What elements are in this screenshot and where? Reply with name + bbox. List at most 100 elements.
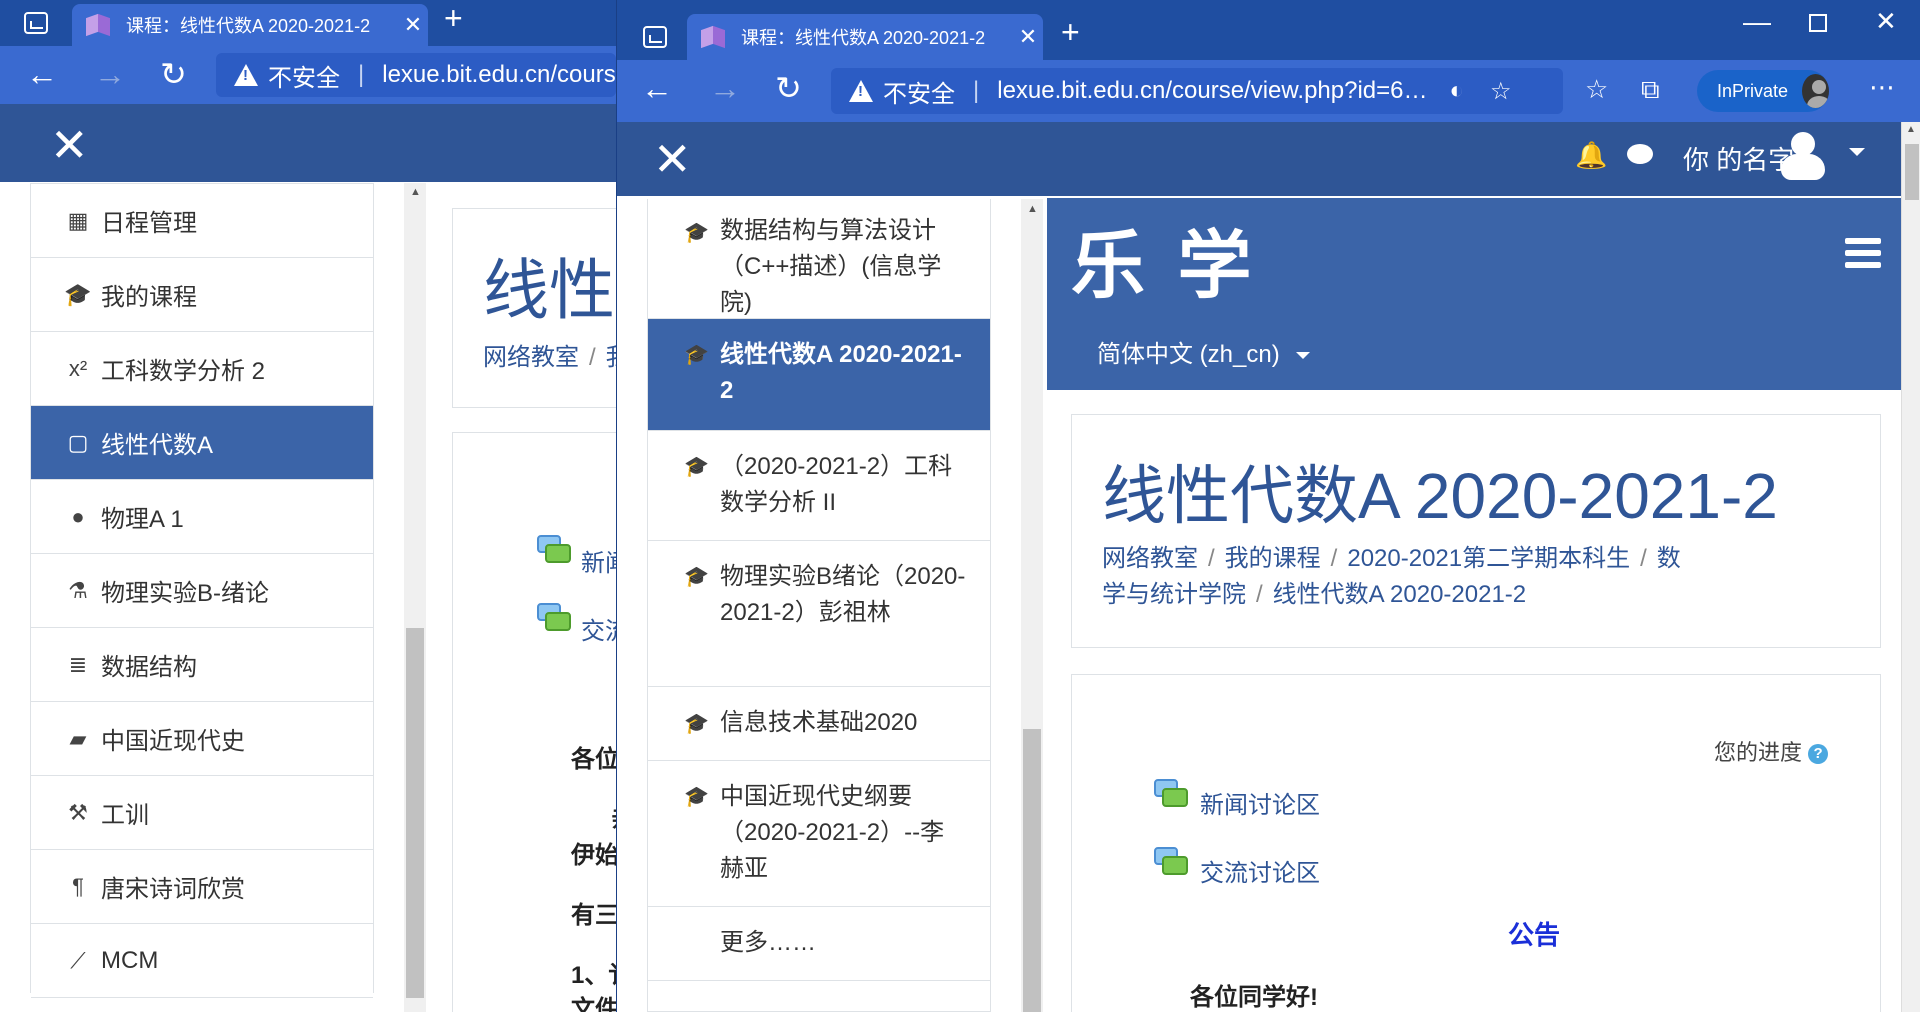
back-drawer-scrollbar[interactable] (404, 183, 426, 1012)
inprivate-badge[interactable]: InPrivate (1697, 70, 1829, 112)
back-scroll-up-icon[interactable]: ▲ (410, 186, 421, 198)
progress-label: 您的进度 ? (1714, 735, 1829, 767)
drawer-item[interactable]: x² 工科数学分析 2 (31, 332, 373, 406)
lexue-favicon-icon (701, 26, 727, 48)
back-drawer-scroll-thumb[interactable] (406, 628, 424, 998)
course-list-item[interactable]: 🎓 信息技术基础2020 (648, 687, 990, 761)
globe-icon: ● (71, 503, 85, 529)
reload-icon[interactable]: ↻ (160, 58, 187, 90)
forum-link-news[interactable]: 新闻讨论区 (1200, 785, 1320, 820)
favorites-icon[interactable]: ☆ (1585, 74, 1608, 105)
course-list-label: 线性代数A 2020-2021-2 (720, 341, 962, 404)
user-avatar[interactable] (1777, 130, 1829, 182)
not-secure-warning-icon (849, 80, 873, 102)
drawer-item[interactable]: ▦ 日程管理 (31, 184, 373, 258)
user-menu-caret-icon[interactable] (1849, 148, 1865, 156)
site-name[interactable]: 乐 学 (1071, 206, 1258, 313)
breadcrumb-link[interactable]: 2020-2021第二学期本科生 (1347, 545, 1630, 572)
drawer-item-label: 唐宋诗词欣赏 (101, 876, 245, 903)
page-scroll-up-icon[interactable]: ▲ (1906, 124, 1916, 135)
front-address-bar[interactable]: 不安全 | lexue.bit.edu.cn/course/view.php?i… (831, 68, 1563, 114)
new-tab-button[interactable]: + (444, 0, 463, 37)
back-tab-course[interactable]: 课程：线性代数A 2020-2021-2 ✕ (72, 4, 428, 46)
back-arrow-icon[interactable]: ← (641, 72, 673, 104)
drawer-item[interactable]: ¶ 唐宋诗词欣赏 (31, 850, 373, 924)
drawer-item[interactable]: ⚒ 工训 (31, 776, 373, 850)
announcement-title: 公告 (1508, 920, 1561, 950)
drawer-item[interactable]: ≣ 数据结构 (31, 628, 373, 702)
drawer-item-label: 数据结构 (101, 654, 197, 681)
notifications-bell-icon[interactable]: 🔔 (1575, 140, 1607, 171)
superscript-icon: x² (68, 355, 88, 381)
flask-icon: ⚗ (68, 577, 88, 603)
drawer-item[interactable]: ⟋ MCM (31, 924, 373, 998)
front-tab-course[interactable]: 课程：线性代数A 2020-2021-2 ✕ (687, 14, 1043, 60)
course-list-label: 信息技术基础2020 (720, 709, 918, 736)
drawer-item[interactable]: 🎓 我的课程 (31, 258, 373, 332)
forum-link-discussion[interactable]: 交流讨论区 (1200, 853, 1320, 888)
collections-icon[interactable]: ⧉ (1641, 74, 1660, 106)
reload-icon[interactable]: ↻ (775, 72, 802, 104)
course-list-item[interactable]: 🎓 数据结构与算法设计（C++描述）(信息学院) (648, 199, 990, 319)
calendar-icon: ▦ (67, 207, 89, 233)
drawer-item-label: 线性代数A (101, 432, 214, 459)
forum-icon (1154, 847, 1188, 877)
front-drawer-scroll-thumb[interactable] (1023, 729, 1041, 1012)
lexue-favicon-icon (86, 14, 112, 36)
drawer-item[interactable]: ⚗ 物理实验B-绪论 (31, 554, 373, 628)
back-address-bar[interactable]: 不安全 | lexue.bit.edu.cn/course/view.php?i… (216, 53, 616, 97)
forward-arrow-icon[interactable]: → (709, 72, 741, 104)
help-icon[interactable]: ? (1808, 744, 1829, 765)
course-list-item[interactable]: 🎓 线性代数A 2020-2021-2 (648, 319, 990, 431)
forum-icon (537, 535, 571, 565)
breadcrumb: 网络教室 / 我的课程/2020-2021第二学期本科生 / 数学与统计学院 / 线性代数A… (1102, 545, 1681, 608)
close-tab-icon[interactable]: ✕ (1013, 24, 1043, 50)
graduation-cap-icon: 🎓 (684, 713, 709, 735)
tracking-prevention-icon[interactable]: ◐ (1450, 77, 1465, 105)
new-tab-button[interactable]: + (1061, 14, 1080, 51)
back-breadcrumb: 网络教室/我 (483, 337, 630, 372)
breadcrumb-link[interactable]: 线性代数A 2020-2021-2 (1273, 581, 1526, 608)
front-drawer-scrollbar[interactable] (1021, 199, 1043, 1012)
drawer-item-label: 物理实验B-绪论 (101, 580, 269, 607)
front-course-list: 🎓 数据结构与算法设计（C++描述）(信息学院) 🎓 线性代数A 2020-2021-… (647, 199, 991, 1012)
drawer-item[interactable]: ▰ 中国近现代史 (31, 702, 373, 776)
breadcrumb-link[interactable]: 网络教室 (1102, 545, 1198, 572)
course-list-item[interactable]: 🎓 物理实验B绪论（2020-2021-2）彭祖林 (648, 541, 990, 687)
front-browser-window: 课程：线性代数A 2020-2021-2 ✕ + — ✕ ← → ↻ 不安全 |… (616, 0, 1920, 1012)
close-window-button[interactable]: ✕ (1875, 6, 1897, 37)
drawer-item-label: 工科数学分析 2 (101, 358, 266, 385)
messages-icon[interactable] (1627, 144, 1653, 164)
page-scroll-thumb[interactable] (1905, 144, 1919, 200)
drawer-item[interactable]: ▢ 线性代数A (31, 406, 373, 480)
graduation-cap-icon: 🎓 (684, 456, 709, 478)
breadcrumb-link[interactable]: 我的课程 (1225, 545, 1321, 572)
tab-actions-icon[interactable] (643, 26, 667, 48)
line-chart-icon: ⟋ (70, 947, 86, 973)
wrench-icon: ⚒ (68, 799, 88, 825)
paragraph-icon: ¶ (72, 873, 84, 899)
hamburger-menu-icon[interactable] (1845, 238, 1881, 268)
language-selector[interactable]: 简体中文 (zh_cn) (1097, 334, 1311, 369)
forum-icon (1154, 779, 1188, 809)
close-tab-icon[interactable]: ✕ (398, 12, 428, 38)
more-menu-icon[interactable]: ⋯ (1869, 72, 1895, 103)
drawer-item[interactable]: ● 物理A 1 (31, 480, 373, 554)
back-breadcrumb-link[interactable]: 网络教室 (483, 344, 579, 371)
tab-actions-icon[interactable] (24, 12, 48, 34)
add-favorite-icon[interactable]: ☆ (1490, 77, 1512, 106)
course-list-item[interactable]: 🎓 （2020-2021-2）工科数学分析 II (648, 431, 990, 541)
page-scrollbar[interactable] (1901, 122, 1920, 1012)
course-list-label: 数据结构与算法设计（C++描述）(信息学院) (720, 217, 942, 316)
minimize-button[interactable]: — (1743, 6, 1771, 38)
maximize-button[interactable] (1809, 14, 1827, 32)
book-icon: ▰ (69, 725, 87, 751)
back-close-drawer-icon[interactable]: ✕ (50, 122, 89, 168)
back-text-fragment: 文件 (571, 996, 619, 1012)
forward-arrow-icon[interactable]: → (94, 58, 126, 90)
course-list-item[interactable]: 🎓 中国近现代史纲要（2020-2021-2）--李赫亚 (648, 761, 990, 907)
back-arrow-icon[interactable]: ← (26, 58, 58, 90)
front-scroll-up-icon[interactable]: ▲ (1027, 203, 1038, 215)
front-close-drawer-icon[interactable]: ✕ (653, 136, 692, 182)
course-list-item[interactable]: 更多…… (648, 907, 990, 981)
